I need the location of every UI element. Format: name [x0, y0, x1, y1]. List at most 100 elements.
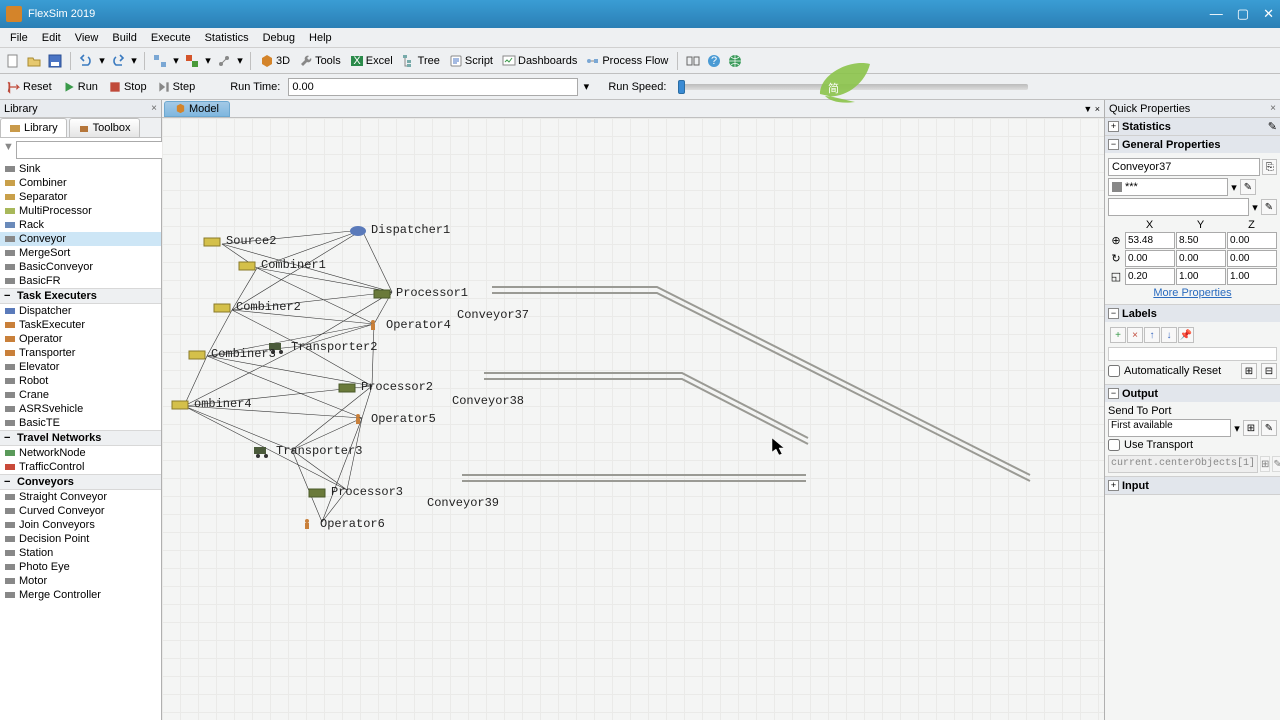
tree-item[interactable]: MultiProcessor [0, 204, 161, 218]
more-properties-link[interactable]: More Properties [1108, 285, 1277, 301]
processflow-button[interactable]: Process Flow [583, 51, 671, 71]
tree-item[interactable]: Straight Conveyor [0, 490, 161, 504]
search-input[interactable] [16, 141, 166, 159]
tree-item[interactable]: TrafficControl [0, 460, 161, 474]
object-name-input[interactable] [1108, 158, 1260, 176]
threeD-button[interactable]: 3D [257, 51, 293, 71]
tree-item[interactable]: Transporter [0, 346, 161, 360]
tab-toolbox[interactable]: Toolbox [69, 118, 140, 137]
dashboards-button[interactable]: Dashboards [499, 51, 580, 71]
edit-shape-icon[interactable]: ✎ [1261, 199, 1277, 215]
remove-label-icon[interactable]: × [1127, 327, 1143, 343]
model-node[interactable]: Combiner3 [187, 347, 276, 361]
tree-item[interactable]: Curved Conveyor [0, 504, 161, 518]
pos-y[interactable] [1176, 232, 1226, 249]
down-icon[interactable]: ↓ [1161, 327, 1177, 343]
scl-y[interactable] [1176, 268, 1226, 285]
section-input[interactable]: +Input [1105, 477, 1280, 494]
tree-item[interactable]: Elevator [0, 360, 161, 374]
eyedrop-icon[interactable]: ✎ [1240, 179, 1256, 195]
tab-library[interactable]: Library [0, 118, 67, 137]
up-icon[interactable]: ↑ [1144, 327, 1160, 343]
redo-dropdown-icon[interactable]: ▾ [130, 52, 138, 70]
use-transport-checkbox[interactable] [1108, 439, 1120, 451]
menu-edit[interactable]: Edit [36, 30, 67, 46]
tree-item[interactable]: Decision Point [0, 532, 161, 546]
runtime-field[interactable]: 0.00 [288, 78, 578, 96]
minimize-button[interactable]: — [1210, 6, 1223, 22]
model-node[interactable]: Transporter2 [267, 340, 377, 354]
save-icon[interactable] [46, 52, 64, 70]
model-node[interactable]: Conveyor39 [427, 496, 499, 510]
run-button[interactable]: Run [59, 77, 101, 97]
tree-item[interactable]: Conveyor [0, 232, 161, 246]
model-node[interactable]: Combiner1 [237, 258, 326, 272]
window-icon[interactable] [684, 52, 702, 70]
tree-item[interactable]: Separator [0, 190, 161, 204]
tree-item[interactable]: ASRSvehicle [0, 402, 161, 416]
model-node[interactable]: Processor1 [372, 286, 468, 300]
color-picker[interactable]: *** [1108, 178, 1228, 196]
help-icon[interactable]: ? [705, 52, 723, 70]
tools-button[interactable]: Tools [296, 51, 344, 71]
new-icon[interactable] [4, 52, 22, 70]
pos-z[interactable] [1227, 232, 1277, 249]
undo-dropdown-icon[interactable]: ▾ [98, 52, 106, 70]
tree-item[interactable]: Motor [0, 574, 161, 588]
runtime-dropdown[interactable]: ▾ [582, 78, 590, 96]
menu-statistics[interactable]: Statistics [199, 30, 255, 46]
menu-help[interactable]: Help [303, 30, 338, 46]
close-icon[interactable]: × [151, 103, 157, 114]
link-icon[interactable] [215, 52, 233, 70]
tree-item[interactable]: Station [0, 546, 161, 560]
model-node[interactable]: Transporter3 [252, 444, 362, 458]
model-node[interactable]: Processor2 [337, 380, 433, 394]
model-canvas[interactable]: Source2 Dispatcher1 Combiner1 Processor1 Con… [162, 118, 1104, 720]
model-node[interactable]: Conveyor38 [452, 394, 524, 408]
tree-item[interactable]: BasicTE [0, 416, 161, 430]
tree-item[interactable]: Crane [0, 388, 161, 402]
undo-icon[interactable] [77, 52, 95, 70]
add-label-icon[interactable]: + [1110, 327, 1126, 343]
stop-button[interactable]: Stop [105, 77, 150, 97]
tree-item[interactable]: Photo Eye [0, 560, 161, 574]
section-labels[interactable]: −Labels [1105, 305, 1280, 322]
section-output[interactable]: −Output [1105, 385, 1280, 402]
model-node[interactable]: Operator4 [362, 318, 451, 332]
tree-header[interactable]: −Travel Networks [0, 430, 161, 446]
menu-view[interactable]: View [69, 30, 105, 46]
menu-file[interactable]: File [4, 30, 34, 46]
model-node[interactable]: Source2 [202, 234, 276, 248]
model-node[interactable]: Dispatcher1 [347, 223, 450, 237]
pin-icon[interactable]: ▼ × [1083, 104, 1100, 114]
globe-icon[interactable] [726, 52, 744, 70]
reset-button[interactable]: Reset [4, 77, 55, 97]
menu-execute[interactable]: Execute [145, 30, 197, 46]
filter-icon[interactable]: ▼ [3, 141, 14, 159]
rot-y[interactable] [1176, 250, 1226, 267]
model-node[interactable]: ombiner4 [170, 397, 252, 411]
maximize-button[interactable]: ▢ [1237, 6, 1249, 22]
redo-icon[interactable] [109, 52, 127, 70]
tree-item[interactable]: Sink [0, 162, 161, 176]
tree-item[interactable]: Operator [0, 332, 161, 346]
tree-item[interactable]: NetworkNode [0, 446, 161, 460]
shape-select[interactable] [1108, 198, 1249, 216]
auto-reset-checkbox[interactable] [1108, 365, 1120, 377]
open-icon[interactable] [25, 52, 43, 70]
tree-button[interactable]: Tree [399, 51, 443, 71]
color-icon[interactable] [183, 52, 201, 70]
section-statistics[interactable]: +Statistics✎ [1105, 118, 1280, 135]
tree-header[interactable]: −Conveyors [0, 474, 161, 490]
tree-header[interactable]: −Task Executers [0, 288, 161, 304]
tree-item[interactable]: Robot [0, 374, 161, 388]
model-node[interactable]: Operator6 [296, 517, 385, 531]
scl-x[interactable] [1125, 268, 1175, 285]
rot-x[interactable] [1125, 250, 1175, 267]
tab-model[interactable]: Model [164, 101, 230, 117]
tree-item[interactable]: MergeSort [0, 246, 161, 260]
model-node[interactable]: Processor3 [307, 485, 403, 499]
menu-build[interactable]: Build [106, 30, 142, 46]
model-node[interactable]: Combiner2 [212, 300, 301, 314]
pin-label-icon[interactable]: 📌 [1178, 327, 1194, 343]
